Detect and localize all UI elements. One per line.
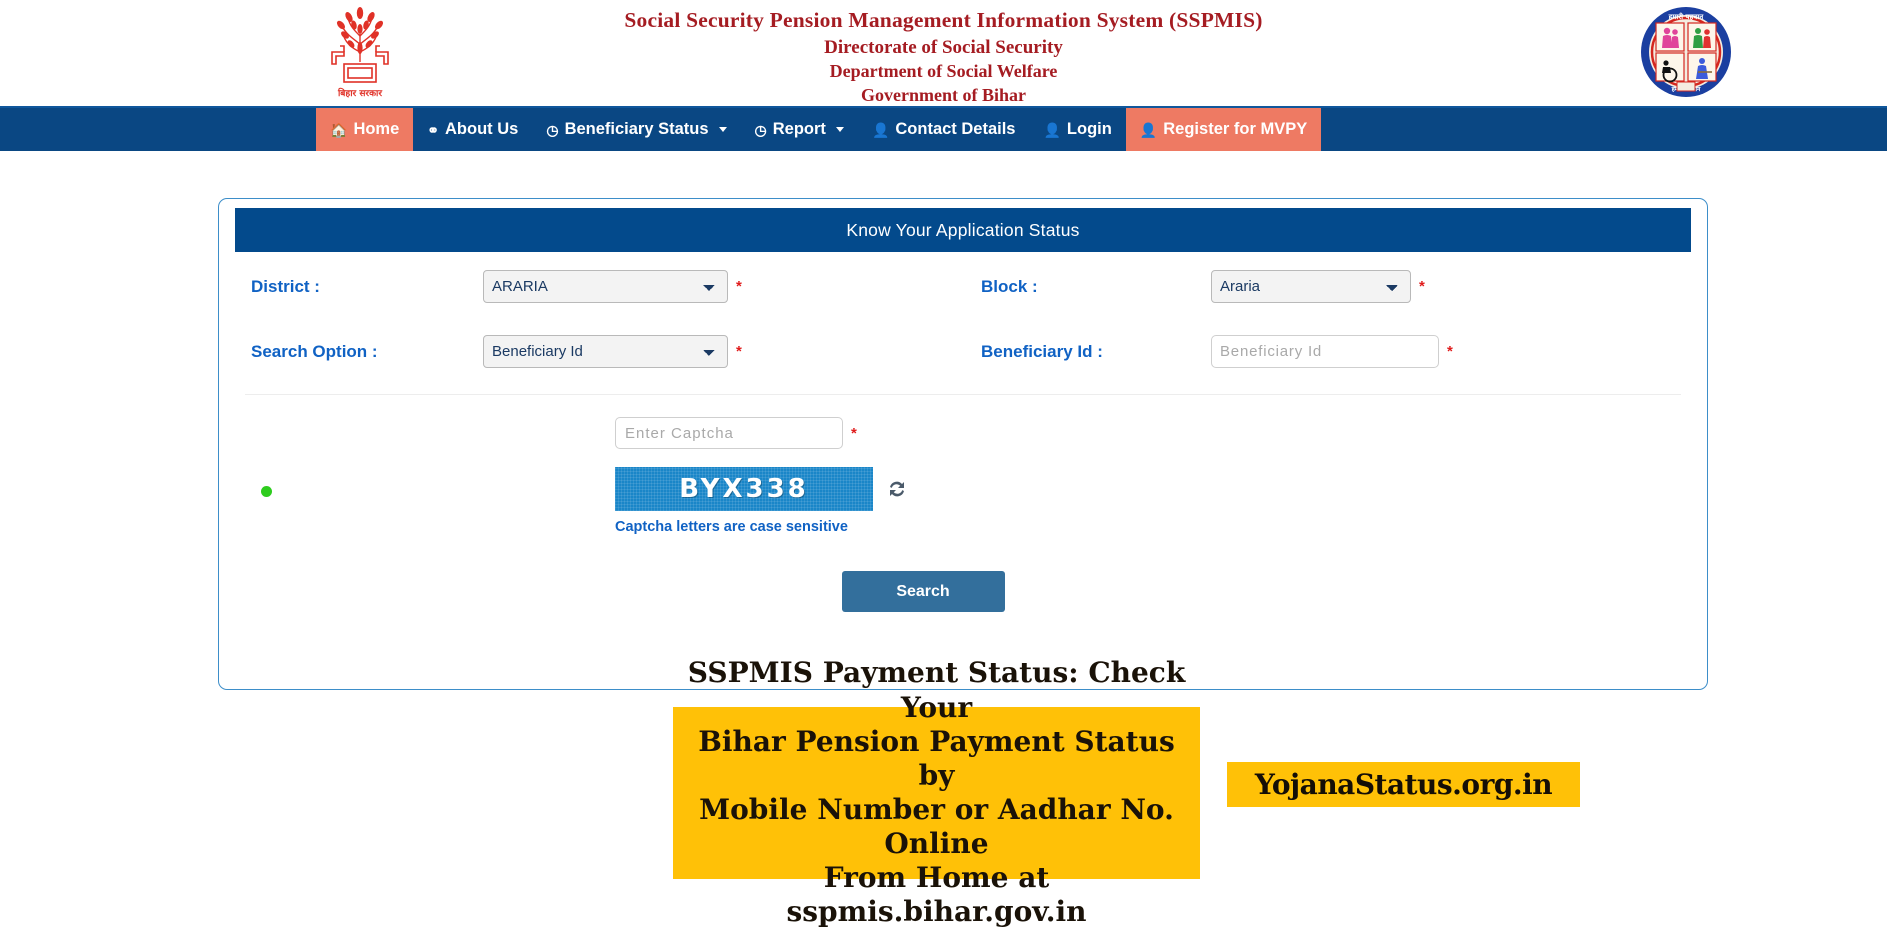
user-icon: 👤	[1043, 121, 1061, 138]
nav-item-contact-details-label: Contact Details	[895, 120, 1016, 138]
beneficiary-id-label: Beneficiary Id :	[981, 341, 1103, 361]
captcha-input-row: *	[615, 417, 857, 449]
nav-item-home-label: Home	[353, 120, 400, 138]
block-label: Block :	[981, 276, 1038, 296]
form-row-searchoption-benid: Search Option : Beneficiary Id * Benefic…	[235, 335, 1691, 368]
nav-item-report-label: Report	[772, 120, 826, 138]
captcha-input[interactable]	[615, 417, 843, 449]
promo-banner-line3: Mobile Number or Aadhar No. Online	[699, 793, 1174, 861]
application-status-panel: Know Your Application Status District : …	[218, 198, 1708, 690]
info-group-icon: ⚭	[427, 121, 440, 138]
clock-icon: ◷	[754, 121, 767, 138]
district-required-mark: *	[736, 278, 742, 295]
chevron-down-icon	[835, 127, 844, 132]
nav-item-contact-details[interactable]: 👤 Contact Details	[858, 108, 1030, 151]
site-header: बिहार सरकार Social Security Pension Mana…	[0, 0, 1887, 106]
watermark-banner: YojanaStatus.org.in	[1227, 762, 1580, 807]
captcha-code-text: BYX338	[679, 474, 809, 504]
search-option-select[interactable]: Beneficiary Id	[483, 335, 728, 368]
refresh-icon[interactable]	[887, 479, 907, 499]
nav-item-register-for-mvpy[interactable]: 👤 Register for MVPY	[1125, 108, 1322, 151]
watermark-banner-text: YojanaStatus.org.in	[1254, 768, 1553, 801]
svg-text:हमारी पहचान: हमारी पहचान	[1668, 12, 1705, 21]
search-option-required-mark: *	[736, 343, 742, 360]
search-button-wrap: Search	[235, 571, 1691, 612]
field-block: Block : Araria *	[963, 270, 1691, 303]
nav-item-about-us[interactable]: ⚭ About Us	[413, 108, 532, 151]
promo-banner: SSPMIS Payment Status: Check Your Bihar …	[673, 656, 1200, 928]
user-icon: 👤	[1139, 121, 1158, 138]
main-navigation[interactable]: 🏠 Home ⚭ About Us ◷ Beneficiary Status ◷…	[0, 106, 1887, 151]
user-icon: 👤	[871, 121, 890, 138]
clock-icon: ◷	[546, 121, 559, 138]
district-label: District :	[251, 276, 320, 296]
captcha-image-row: BYX338	[615, 467, 907, 511]
field-search-option: Search Option : Beneficiary Id *	[235, 335, 963, 368]
promo-banner-text: SSPMIS Payment Status: Check Your Bihar …	[681, 656, 1192, 929]
header-title-line4: Government of Bihar	[861, 84, 1026, 105]
status-search-form: District : ARARIA * Block : Araria * Sea…	[219, 252, 1707, 645]
nav-item-login[interactable]: 👤 Login	[1029, 108, 1125, 151]
block-required-mark: *	[1419, 278, 1425, 295]
form-row-district-block: District : ARARIA * Block : Araria *	[235, 270, 1691, 303]
nav-item-about-us-label: About Us	[445, 120, 519, 138]
panel-heading: Know Your Application Status	[235, 208, 1691, 252]
nav-item-report[interactable]: ◷ Report	[741, 108, 858, 151]
nav-item-register-for-mvpy-label: Register for MVPY	[1163, 120, 1308, 138]
beneficiary-id-input[interactable]	[1211, 335, 1439, 368]
header-title-line1: Social Security Pension Management Infor…	[624, 8, 1263, 32]
header-title-line2: Directorate of Social Security	[824, 36, 1063, 58]
nav-item-beneficiary-status[interactable]: ◷ Beneficiary Status	[532, 108, 740, 151]
nav-item-beneficiary-status-label: Beneficiary Status	[564, 120, 709, 138]
promo-banner-line1: SSPMIS Payment Status: Check Your	[687, 656, 1186, 724]
captcha-required-mark: *	[851, 424, 857, 442]
nav-item-login-label: Login	[1066, 120, 1112, 138]
captcha-case-note: Captcha letters are case sensitive	[615, 519, 848, 535]
search-button[interactable]: Search	[841, 571, 1005, 612]
chevron-down-icon	[718, 127, 727, 132]
page-title: Social Security Pension Management Infor…	[0, 6, 1887, 108]
field-beneficiary-id: Beneficiary Id : *	[963, 335, 1691, 368]
nav-item-home[interactable]: 🏠 Home	[316, 108, 414, 151]
search-option-label: Search Option :	[251, 341, 378, 361]
header-title-line3: Department of Social Welfare	[829, 60, 1058, 81]
promo-banner-line4: From Home at sspmis.bihar.gov.in	[786, 861, 1087, 929]
block-select[interactable]: Araria	[1211, 270, 1411, 303]
captcha-section: * BYX338 Captcha letters are case sensit…	[235, 395, 1691, 645]
social-welfare-department-logo: हमारी पहचान हमारा सम्मान	[1640, 6, 1732, 98]
green-status-dot	[261, 486, 272, 497]
field-district: District : ARARIA *	[235, 270, 963, 303]
panel-heading-label: Know Your Application Status	[846, 219, 1080, 240]
captcha-image: BYX338	[615, 467, 873, 511]
district-select[interactable]: ARARIA	[483, 270, 728, 303]
home-icon: 🏠	[330, 121, 348, 138]
promo-banner-line2: Bihar Pension Payment Status by	[698, 724, 1175, 792]
beneficiary-id-required-mark: *	[1447, 343, 1453, 360]
